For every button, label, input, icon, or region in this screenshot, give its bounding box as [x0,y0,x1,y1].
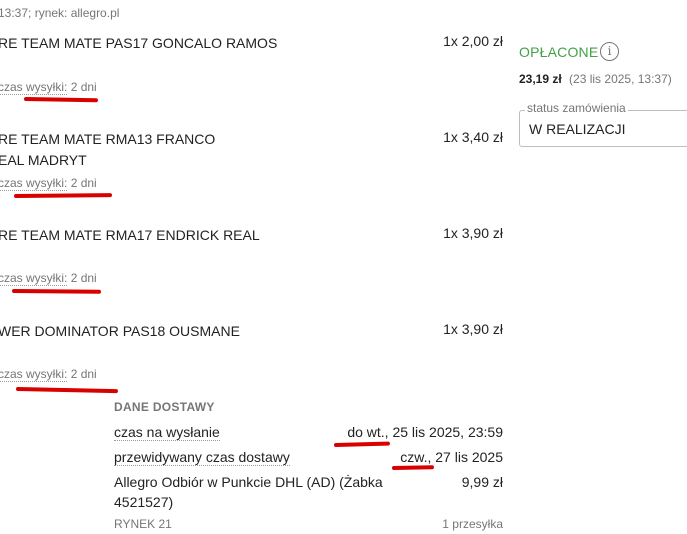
send-time-label[interactable]: czas na wysłanie [114,424,220,441]
order-status-value[interactable]: W REALIZACJI [529,121,625,137]
red-annotation-underline [391,465,435,470]
item-name-line2[interactable]: EAL MADRYT [0,150,87,171]
delivery-section-title: DANE DOSTAWY [114,400,215,414]
red-annotation-underline [11,289,102,294]
shipping-time: czas wysyłki: 2 dni [0,80,97,95]
red-annotation-underline [13,193,113,198]
item-name[interactable]: RE TEAM MATE RMA17 ENDRICK REAL [0,225,260,246]
shipping-time-label: czas wysyłki: [0,80,68,95]
payment-date: (23 lis 2025, 13:37) [569,72,672,86]
payment-total: 23,19 zł [519,72,562,86]
item-qty-price: 1x 3,40 zł [443,129,503,145]
payment-amount: 23,19 zł (23 lis 2025, 13:37) [519,72,672,86]
delivery-price: 9,99 zł [461,474,503,490]
shipping-time-value: 2 dni [70,176,97,190]
info-icon[interactable]: i [600,42,619,61]
shipping-time-label: czas wysyłki: [0,271,68,286]
red-annotation-underline [15,387,119,394]
shipments-count: 1 przesyłka [442,517,503,531]
shipping-time-label: czas wysyłki: [0,367,68,382]
send-time-value: do wt., 25 lis 2025, 23:59 [347,424,503,440]
delivery-eta-label[interactable]: przewidywany czas dostawy [114,449,290,466]
delivery-method-line2: 4521527) [114,494,174,510]
red-annotation-underline [333,441,391,447]
item-qty-price: 1x 2,00 zł [443,33,503,49]
shipping-time: czas wysyłki: 2 dni [0,271,97,286]
order-status-legend: status zamówienia [525,101,628,115]
red-annotation-underline [23,97,99,103]
market-label: RYNEK 21 [114,517,172,531]
shipping-time-label: czas wysyłki: [0,176,68,191]
order-meta: 13:37; rynek: allegro.pl [0,6,120,20]
shipping-time: czas wysyłki: 2 dni [0,176,97,191]
shipping-time-value: 2 dni [70,271,97,285]
delivery-eta-value: czw., 27 lis 2025 [400,449,503,465]
item-name[interactable]: WER DOMINATOR PAS18 OUSMANE [0,321,240,342]
shipping-time-value: 2 dni [70,80,97,94]
item-name[interactable]: RE TEAM MATE PAS17 GONCALO RAMOS [0,33,277,54]
item-name[interactable]: RE TEAM MATE RMA13 FRANCO [0,129,215,150]
item-qty-price: 1x 3,90 zł [443,321,503,337]
shipping-time-value: 2 dni [70,367,97,381]
payment-status: OPŁACONE [519,44,599,60]
item-qty-price: 1x 3,90 zł [443,225,503,241]
delivery-method: Allegro Odbiór w Punkcie DHL (AD) (Żabka [114,474,383,490]
shipping-time: czas wysyłki: 2 dni [0,367,97,382]
